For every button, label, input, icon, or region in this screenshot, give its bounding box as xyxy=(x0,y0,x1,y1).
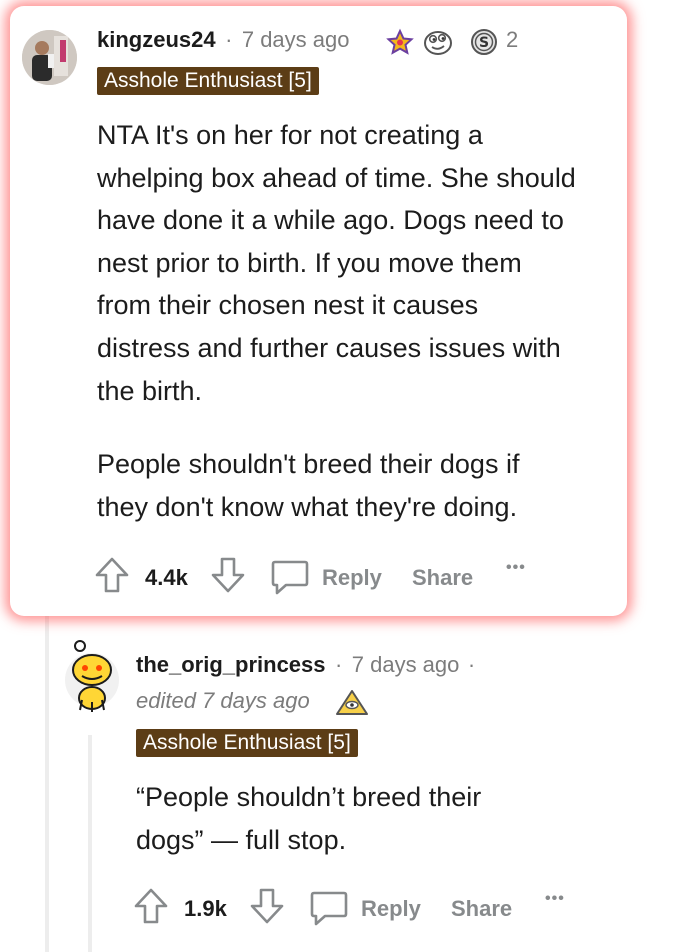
arrow-down-icon[interactable] xyxy=(249,887,285,930)
flair-badge: Asshole Enthusiast [5] xyxy=(136,729,358,757)
comment-body: NTA It's on her for not creating a whelp… xyxy=(97,114,577,528)
separator-dot: · xyxy=(467,652,476,677)
star-award-icon[interactable] xyxy=(385,27,415,62)
flair-badge: Asshole Enthusiast [5] xyxy=(97,67,319,95)
arrow-up-icon[interactable] xyxy=(133,887,169,930)
username[interactable]: kingzeus24 xyxy=(97,27,216,52)
more-options-button[interactable]: ••• xyxy=(545,890,565,908)
user-flair: Asshole Enthusiast [5] xyxy=(97,67,319,95)
edited-timestamp: edited 7 days ago xyxy=(136,688,310,713)
comment-paragraph: People shouldn't breed their dogs if the… xyxy=(97,449,520,522)
thread-line-reply[interactable] xyxy=(88,735,92,952)
avatar[interactable] xyxy=(62,638,122,713)
username[interactable]: the_orig_princess xyxy=(136,652,326,677)
avatar[interactable] xyxy=(22,30,77,85)
eyes-emoji-award-icon[interactable] xyxy=(422,27,454,62)
award-count: 2 xyxy=(506,27,519,52)
pyramid-award-icon[interactable] xyxy=(334,688,370,723)
share-button[interactable]: Share xyxy=(451,896,512,922)
separator-dot: · xyxy=(225,27,233,52)
timestamp[interactable]: 7 days ago xyxy=(242,27,350,52)
more-options-button[interactable]: ••• xyxy=(506,559,526,577)
comment-body: “People shouldn’t breed their dogs” — fu… xyxy=(136,776,536,861)
edited-line: edited 7 days ago xyxy=(136,688,310,714)
reply-button[interactable]: Reply xyxy=(322,565,382,591)
timestamp[interactable]: 7 days ago xyxy=(352,652,460,677)
comment-header: kingzeus24 · 7 days ago xyxy=(97,27,349,53)
vote-score: 4.4k xyxy=(145,565,188,590)
comment-header: the_orig_princess · 7 days ago · xyxy=(136,652,475,678)
speech-bubble-icon[interactable] xyxy=(309,889,349,932)
silver-coin-award-icon[interactable]: S xyxy=(468,27,500,62)
arrow-up-icon[interactable] xyxy=(94,556,130,599)
comment-paragraph: “People shouldn’t breed their dogs” — fu… xyxy=(136,782,482,855)
user-flair: Asshole Enthusiast [5] xyxy=(136,729,358,757)
reply-button[interactable]: Reply xyxy=(361,896,421,922)
svg-text:S: S xyxy=(479,35,489,51)
vote-score: 1.9k xyxy=(184,896,227,921)
share-button[interactable]: Share xyxy=(412,565,473,591)
arrow-down-icon[interactable] xyxy=(210,556,246,599)
comment-paragraph: NTA It's on her for not creating a whelp… xyxy=(97,120,576,406)
speech-bubble-icon[interactable] xyxy=(270,558,310,601)
separator-dot: · xyxy=(334,652,343,677)
